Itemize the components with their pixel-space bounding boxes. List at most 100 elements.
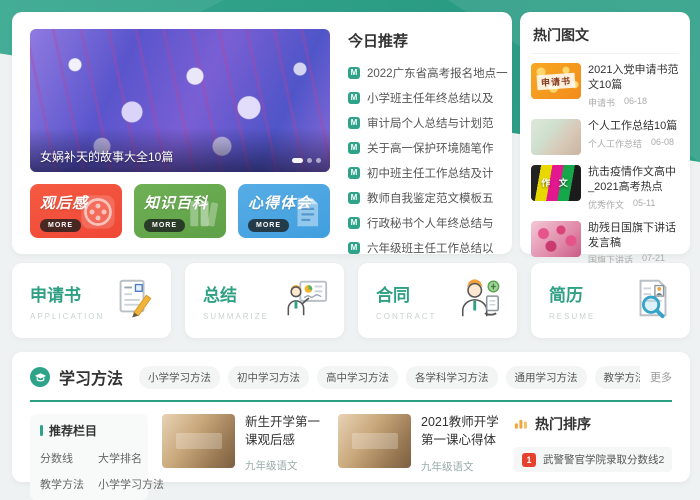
link-teaching-method[interactable]: 教学方法 xyxy=(40,476,84,492)
article-thumbnail: 作 文 xyxy=(531,165,581,201)
category-text: 总结 SUMMARIZE xyxy=(203,281,269,321)
tag-general-study[interactable]: 通用学习方法 xyxy=(506,366,587,389)
hot-article-item[interactable]: 作 文 抗击疫情作文高中_2021高考热点作... 优秀作文 05-11 xyxy=(531,165,679,211)
study-article-item[interactable]: 新生开学第一课观后感 九年级语文 xyxy=(162,414,324,500)
green-doc-icon: M xyxy=(348,217,360,229)
hot-articles-list: 申请书 2021入党申请书范文10篇 申请书 06-18 个人工作总结10篇 个… xyxy=(531,63,679,266)
hero-carousel[interactable]: 女娲补天的故事大全10篇 xyxy=(30,29,330,172)
carousel-dot[interactable] xyxy=(307,158,312,163)
green-doc-icon: M xyxy=(348,242,360,254)
hot-article-title: 抗击疫情作文高中_2021高考热点作... xyxy=(588,165,679,195)
hot-article-meta: 个人工作总结 06-08 xyxy=(588,137,679,150)
tag-junior-study[interactable]: 初中学习方法 xyxy=(228,366,309,389)
ranking-item-title: 武警警官学院录取分数线2021 xyxy=(543,452,664,467)
study-methods-body: 推荐栏目 分数线 大学排名 教学方法 小学学习方法 新生开学第一课观后感 九年级… xyxy=(12,402,690,500)
quick-button-experience[interactable]: 心得体会 MORE xyxy=(238,184,330,238)
carousel-caption-bar: 女娲补天的故事大全10篇 xyxy=(30,128,330,172)
hot-article-item[interactable]: 个人工作总结10篇 个人工作总结 06-08 xyxy=(531,119,679,155)
study-methods-header: 学习方法 小学学习方法 初中学习方法 高中学习方法 各学科学习方法 通用学习方法… xyxy=(12,352,690,389)
recommend-links: 分数线 大学排名 教学方法 小学学习方法 xyxy=(40,450,138,492)
tag-teaching-method[interactable]: 教学方法 xyxy=(595,366,640,389)
hot-ranking-title: 热门排序 xyxy=(535,414,591,434)
hot-articles-card: 热门图文 申请书 2021入党申请书范文10篇 申请书 06-18 个人工作总结… xyxy=(520,12,690,254)
hot-article-category[interactable]: 优秀作文 xyxy=(588,198,624,211)
today-item[interactable]: M 审计局个人总结与计划范 xyxy=(348,110,508,135)
today-item[interactable]: M 2022广东省高考报名地点一 xyxy=(348,60,508,85)
more-link[interactable]: 更多 xyxy=(650,369,672,385)
green-doc-icon: M xyxy=(348,117,360,129)
thumbnail-watermark xyxy=(352,433,398,449)
today-item-title: 六年级班主任工作总结以 xyxy=(367,240,494,256)
today-item-title: 初中班主任工作总结及计 xyxy=(367,165,494,181)
hot-article-date: 06-08 xyxy=(651,137,674,150)
article-thumbnail: 申请书 xyxy=(531,63,581,99)
carousel-dots xyxy=(292,158,321,163)
books-icon xyxy=(184,192,222,237)
more-badge: MORE xyxy=(248,219,289,232)
category-subtitle: SUMMARIZE xyxy=(203,312,269,321)
thumbnail-watermark xyxy=(176,433,222,449)
today-item[interactable]: M 行政秘书个人年终总结与 xyxy=(348,210,508,235)
document-icon xyxy=(288,192,326,237)
more-badge: MORE xyxy=(40,219,81,232)
tag-primary-study[interactable]: 小学学习方法 xyxy=(139,366,220,389)
rank-number-badge: 1 xyxy=(522,453,536,467)
tag-senior-study[interactable]: 高中学习方法 xyxy=(317,366,398,389)
article-thumbnail xyxy=(338,414,411,468)
study-methods-card: 学习方法 小学学习方法 初中学习方法 高中学习方法 各学科学习方法 通用学习方法… xyxy=(12,352,690,482)
hot-article-date: 06-18 xyxy=(624,96,647,109)
film-reel-icon xyxy=(78,192,118,237)
thumbnail-label: 申请书 xyxy=(537,72,576,90)
tag-subject-study[interactable]: 各学科学习方法 xyxy=(406,366,498,389)
category-title: 简历 xyxy=(549,281,595,306)
hot-article-category[interactable]: 申请书 xyxy=(588,96,615,109)
presentation-icon xyxy=(284,275,330,326)
category-text: 简历 RESUME xyxy=(549,281,595,321)
quick-button-encyclopedia[interactable]: 知识百科 MORE xyxy=(134,184,226,238)
today-item-title: 行政秘书个人年终总结与 xyxy=(367,215,494,231)
graduation-cap-icon xyxy=(30,367,50,387)
link-university-ranking[interactable]: 大学排名 xyxy=(98,450,164,466)
study-methods-title: 学习方法 xyxy=(59,365,123,389)
category-card-summary[interactable]: 总结 SUMMARIZE xyxy=(185,263,344,338)
recommend-columns-panel: 推荐栏目 分数线 大学排名 教学方法 小学学习方法 xyxy=(30,414,148,500)
carousel-caption[interactable]: 女娲补天的故事大全10篇 xyxy=(40,150,173,164)
today-item[interactable]: M 六年级班主任工作总结以 xyxy=(348,235,508,260)
study-article-category[interactable]: 九年级语文 xyxy=(421,459,500,474)
hot-article-category[interactable]: 个人工作总结 xyxy=(588,137,642,150)
hot-article-item[interactable]: 助残日国旗下讲话发言稿 国旗下讲话 07-21 xyxy=(531,221,679,267)
today-item[interactable]: M 初中班主任工作总结及计 xyxy=(348,160,508,185)
ranking-item[interactable]: 1 武警警官学院录取分数线2021 xyxy=(514,447,672,472)
hot-ranking-panel: 热门排序 1 武警警官学院录取分数线2021 xyxy=(514,414,672,500)
category-card-application[interactable]: 申请书 APPLICATION xyxy=(12,263,171,338)
today-item-title: 2022广东省高考报名地点一 xyxy=(367,65,508,81)
carousel-dot-active[interactable] xyxy=(292,158,303,163)
hot-article-info: 2021入党申请书范文10篇 申请书 06-18 xyxy=(588,63,679,109)
category-text: 申请书 APPLICATION xyxy=(30,281,104,321)
carousel-dot[interactable] xyxy=(316,158,321,163)
study-article-title: 新生开学第一课观后感 xyxy=(245,414,324,449)
contract-person-icon xyxy=(457,275,503,326)
today-item[interactable]: M 关于高一保护环境随笔作 xyxy=(348,135,508,160)
category-title: 申请书 xyxy=(30,281,104,306)
link-primary-study[interactable]: 小学学习方法 xyxy=(98,476,164,492)
application-doc-icon xyxy=(111,275,157,326)
category-card-contract[interactable]: 合同 CONTRACT xyxy=(358,263,517,338)
today-item[interactable]: M 小学班主任年终总结以及 xyxy=(348,85,508,110)
quick-button-review[interactable]: 观后感 MORE xyxy=(30,184,122,238)
hot-article-item[interactable]: 申请书 2021入党申请书范文10篇 申请书 06-18 xyxy=(531,63,679,109)
category-card-resume[interactable]: 简历 RESUME xyxy=(531,263,690,338)
today-item[interactable]: M 教师自我鉴定范文模板五 xyxy=(348,185,508,210)
green-doc-icon: M xyxy=(348,192,360,204)
study-article-category[interactable]: 九年级语文 xyxy=(245,458,324,473)
link-score-lines[interactable]: 分数线 xyxy=(40,450,84,466)
study-article-item[interactable]: 2021教师开学第一课心得体会 九年级语文 xyxy=(338,414,500,500)
green-doc-icon: M xyxy=(348,142,360,154)
thumbnail-label: 作 文 xyxy=(541,176,571,189)
hot-article-info: 助残日国旗下讲话发言稿 国旗下讲话 07-21 xyxy=(588,221,679,267)
category-subtitle: RESUME xyxy=(549,312,595,321)
hot-article-info: 个人工作总结10篇 个人工作总结 06-08 xyxy=(588,119,679,155)
hot-ranking-header: 热门排序 xyxy=(514,414,672,434)
article-thumbnail xyxy=(531,221,581,257)
today-item-title: 关于高一保护环境随笔作 xyxy=(367,140,494,156)
